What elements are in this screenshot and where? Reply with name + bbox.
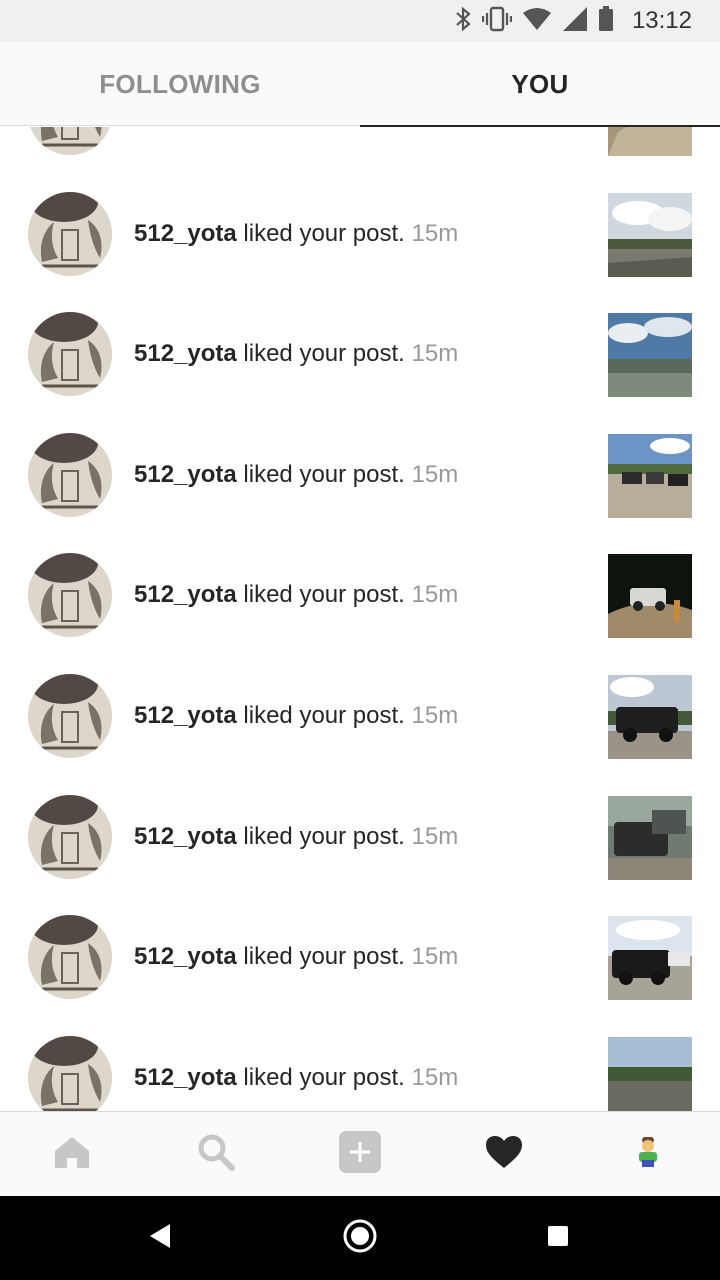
activity-time: 15m (411, 460, 459, 488)
nav-home[interactable] (0, 1112, 144, 1196)
post-thumbnail[interactable] (608, 127, 692, 156)
username-link[interactable]: 512_yota (134, 943, 237, 970)
back-button[interactable] (140, 1218, 180, 1258)
post-thumbnail[interactable] (608, 795, 692, 880)
user-avatar[interactable] (28, 915, 112, 1000)
activity-time: 15m (411, 340, 459, 368)
tab-following[interactable]: FOLLOWING (0, 42, 360, 126)
new-post-icon (339, 1130, 381, 1178)
user-avatar[interactable] (28, 191, 112, 276)
username-link[interactable]: 512_yota (134, 220, 237, 247)
username-link[interactable]: 512_yota (134, 340, 237, 367)
username-link[interactable]: 512_yota (134, 461, 237, 488)
profile-avatar-icon (635, 1136, 661, 1173)
nav-activity[interactable] (432, 1112, 576, 1196)
recents-icon (546, 1224, 570, 1253)
activity-row[interactable]: 512_yota liked your post. 15m (0, 774, 720, 895)
activity-row[interactable]: 512_yota liked your post. 15m (0, 1015, 720, 1111)
post-thumbnail[interactable] (608, 554, 692, 639)
status-icons: 13:12 (454, 0, 692, 42)
signal-icon (562, 6, 588, 37)
activity-tabs: FOLLOWING YOU (0, 42, 720, 127)
activity-list: 512_yota liked your post. 15m 512_yota li… (0, 127, 720, 1111)
activity-row[interactable]: 512_yota liked your post. 15m (0, 894, 720, 1015)
nav-new-post[interactable] (288, 1112, 432, 1196)
android-nav-bar (0, 1196, 720, 1280)
bluetooth-icon (454, 6, 472, 37)
activity-row[interactable]: 512_yota liked your post. 15m (0, 291, 720, 412)
activity-text: 512_yota liked your post. 15m (134, 822, 458, 852)
home-icon (53, 1135, 91, 1174)
nav-profile[interactable] (576, 1112, 720, 1196)
user-avatar[interactable] (28, 432, 112, 517)
vibrate-icon (481, 6, 513, 37)
activity-action: liked your post. (243, 219, 405, 247)
post-thumbnail[interactable] (608, 1036, 692, 1111)
activity-row[interactable]: 512_yota liked your post. 15m (0, 171, 720, 292)
user-avatar[interactable] (28, 1035, 112, 1111)
status-time: 13:12 (631, 7, 692, 34)
username-link[interactable]: 512_yota (134, 581, 237, 608)
activity-action: liked your post. (243, 340, 405, 368)
battery-icon (598, 5, 614, 37)
username-link[interactable]: 512_yota (134, 702, 237, 729)
activity-action: liked your post. (243, 460, 405, 488)
activity-row[interactable]: 512_yota liked your post. 15m (0, 532, 720, 653)
nav-search[interactable] (144, 1112, 288, 1196)
recents-button[interactable] (538, 1218, 578, 1258)
activity-text: 512_yota liked your post. 15m (134, 339, 458, 369)
post-thumbnail[interactable] (608, 916, 692, 1001)
activity-text: 512_yota liked your post. 15m (134, 219, 458, 249)
activity-time: 15m (411, 701, 459, 729)
activity-time: 15m (411, 943, 459, 971)
activity-heart-icon (485, 1135, 523, 1174)
activity-time: 15m (411, 219, 459, 247)
username-link[interactable]: 512_yota (134, 823, 237, 850)
activity-time: 15m (411, 822, 459, 850)
activity-text: 512_yota liked your post. 15m (134, 127, 458, 128)
activity-text: 512_yota liked your post. 15m (134, 942, 458, 972)
activity-action: liked your post. (243, 701, 405, 729)
user-avatar[interactable] (28, 553, 112, 638)
search-icon (197, 1133, 235, 1176)
activity-text: 512_yota liked your post. 15m (134, 701, 458, 731)
user-avatar[interactable] (28, 127, 112, 155)
post-thumbnail[interactable] (608, 192, 692, 277)
status-bar: 13:12 (0, 0, 720, 42)
activity-action: liked your post. (243, 1063, 405, 1091)
activity-action: liked your post. (243, 943, 405, 971)
user-avatar[interactable] (28, 673, 112, 758)
user-avatar[interactable] (28, 312, 112, 397)
wifi-icon (522, 7, 552, 36)
activity-time: 15m (411, 1063, 459, 1091)
activity-row[interactable]: 512_yota liked your post. 15m (0, 653, 720, 774)
username-link[interactable]: 512_yota (134, 1064, 237, 1091)
activity-action: liked your post. (243, 822, 405, 850)
home-button[interactable] (340, 1218, 380, 1258)
activity-text: 512_yota liked your post. 15m (134, 580, 458, 610)
post-thumbnail[interactable] (608, 433, 692, 518)
tab-you[interactable]: YOU (360, 42, 720, 127)
back-icon (148, 1223, 172, 1254)
activity-text: 512_yota liked your post. 15m (134, 1063, 458, 1093)
post-thumbnail[interactable] (608, 313, 692, 398)
bottom-nav (0, 1111, 720, 1196)
activity-time: 15m (411, 581, 459, 609)
activity-row[interactable]: 512_yota liked your post. 15m (0, 127, 720, 171)
activity-action: liked your post. (243, 581, 405, 609)
post-thumbnail[interactable] (608, 674, 692, 759)
activity-row[interactable]: 512_yota liked your post. 15m (0, 412, 720, 533)
activity-text: 512_yota liked your post. 15m (134, 460, 458, 490)
user-avatar[interactable] (28, 794, 112, 879)
home-circle-icon (342, 1218, 378, 1259)
activity-feed[interactable]: 512_yota liked your post. 15m 512_yota li… (0, 127, 720, 1111)
